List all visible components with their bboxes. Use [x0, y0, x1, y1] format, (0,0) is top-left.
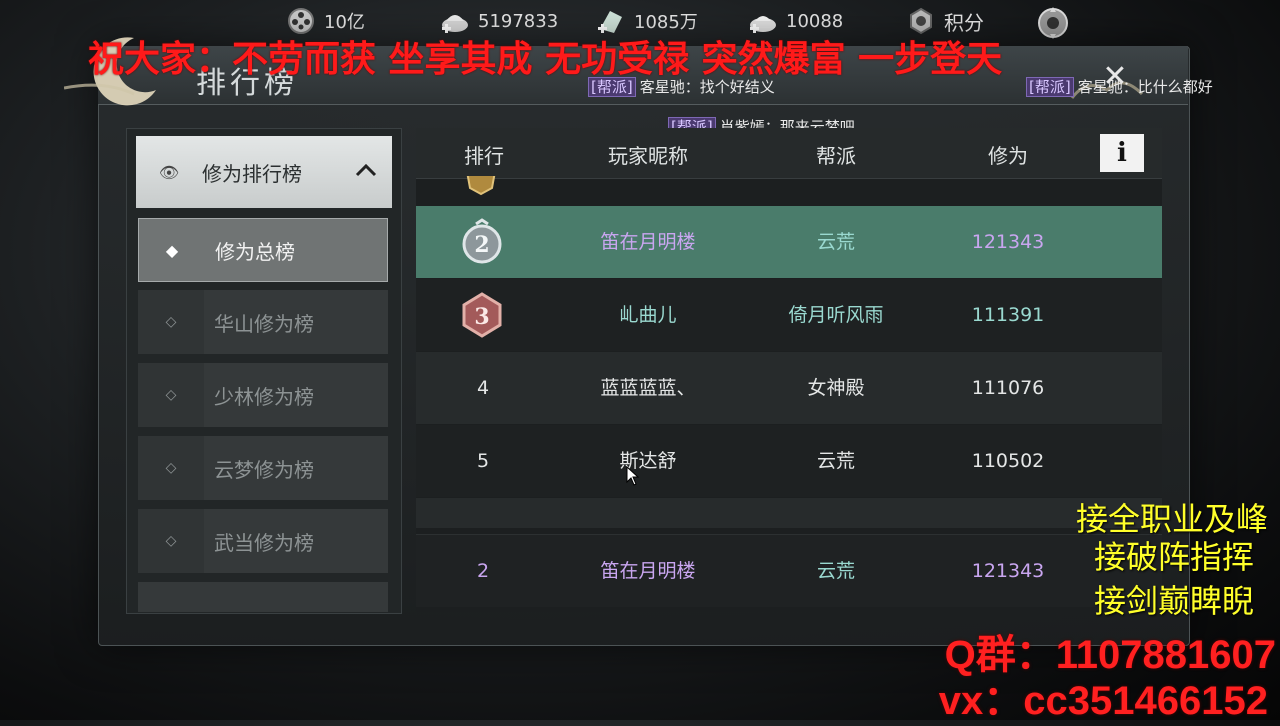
table-header: 排行 玩家昵称 帮派 修为	[416, 128, 1162, 179]
chevron-up-icon	[354, 158, 378, 182]
column-header-guild: 帮派	[816, 144, 856, 168]
rank-3-badge-icon: 3	[458, 291, 506, 339]
cultivation-score: 121343	[971, 231, 1045, 253]
menu-item-partial[interactable]	[138, 582, 388, 612]
guild-name: 云荒	[816, 450, 855, 472]
guild-name: 倚月听风雨	[788, 304, 884, 326]
chat-message: [帮派] 客星驰：比什么都好	[1026, 76, 1213, 97]
guild-name: 云荒	[816, 231, 855, 253]
cultivation-score: 111076	[971, 377, 1045, 399]
menu-item-total[interactable]: ◆ 修为总榜	[138, 218, 388, 282]
rank-1-badge-icon	[458, 176, 504, 196]
column-header-rank: 排行	[464, 144, 504, 168]
table-row[interactable]: 3 乢曲儿 倚月听风雨 111391	[416, 279, 1162, 351]
menu-item-label: 华山修为榜	[214, 311, 314, 336]
currency-value: 10088	[786, 10, 844, 32]
player-name: 笛在月明楼	[600, 560, 696, 582]
info-button[interactable]: i	[1100, 134, 1144, 172]
table-row[interactable]: 2 笛在月明楼 云荒 121343	[416, 206, 1162, 278]
currency-value: 5197833	[478, 10, 559, 32]
settings-gear-icon[interactable]	[1034, 6, 1072, 40]
menu-item-label: 少林修为榜	[214, 384, 314, 409]
menu-item-huashan[interactable]: ◇ 华山修为榜	[138, 290, 388, 354]
column-header-name: 玩家昵称	[608, 144, 688, 168]
menu-item-yunmeng[interactable]: ◇ 云梦修为榜	[138, 436, 388, 500]
eye-icon: 👁	[158, 162, 180, 182]
diamond-outline-icon: ◇	[138, 509, 204, 573]
rank-number: 5	[476, 450, 490, 472]
menu-item-label: 云梦修为榜	[214, 457, 314, 482]
table-row[interactable]: 5 斯达舒 云荒 110502	[416, 425, 1162, 497]
menu-category-cultivation[interactable]: 👁 修为排行榜	[136, 136, 392, 208]
menu-item-wudang[interactable]: ◇ 武当修为榜	[138, 509, 388, 573]
player-name: 斯达舒	[619, 450, 677, 472]
rank-number: 4	[476, 377, 490, 399]
cultivation-score: 110502	[971, 450, 1045, 472]
svg-text:3: 3	[474, 304, 489, 330]
stream-ad-line: 接破阵指挥	[1093, 538, 1254, 576]
cultivation-score: 121343	[971, 560, 1045, 582]
diamond-outline-icon: ◇	[138, 290, 204, 354]
menu-item-label: 武当修为榜	[214, 530, 314, 555]
menu-item-shaolin[interactable]: ◇ 少林修为榜	[138, 363, 388, 427]
diamond-outline-icon: ◇	[138, 436, 204, 500]
wechat-text: vx：cc351466152	[938, 679, 1268, 723]
chat-text: 客星驰：比什么都好	[1077, 78, 1213, 96]
player-name: 蓝蓝蓝蓝、	[600, 377, 696, 399]
column-header-score: 修为	[988, 144, 1028, 168]
table-row-partial[interactable]	[416, 498, 1162, 528]
guild-name: 云荒	[816, 560, 855, 582]
mouse-cursor-icon	[626, 465, 640, 486]
player-name: 乢曲儿	[619, 304, 677, 326]
rank-2-badge-icon: 2	[458, 218, 506, 266]
diamond-outline-icon: ◇	[138, 363, 204, 427]
guild-name: 女神殿	[807, 377, 865, 399]
stream-banner: 祝大家：不劳而获 坐享其成 无功受禄 突然爆富 一步登天	[88, 38, 1003, 80]
menu-item-label: 修为总榜	[215, 239, 295, 264]
table-row[interactable]: 4 蓝蓝蓝蓝、 女神殿 111076	[416, 352, 1162, 424]
cultivation-score: 111391	[971, 304, 1045, 326]
rank-number: 2	[476, 560, 490, 582]
svg-text:2: 2	[474, 232, 489, 258]
menu-category-label: 修为排行榜	[202, 161, 302, 186]
diamond-filled-icon: ◆	[165, 240, 179, 260]
player-name: 笛在月明楼	[600, 231, 696, 253]
self-rank-row: 2 笛在月明楼 云荒 121343	[416, 534, 1162, 607]
chat-channel-tag: [帮派]	[1026, 77, 1074, 97]
stream-ad-line: 接剑巅睥睨	[1093, 582, 1254, 620]
